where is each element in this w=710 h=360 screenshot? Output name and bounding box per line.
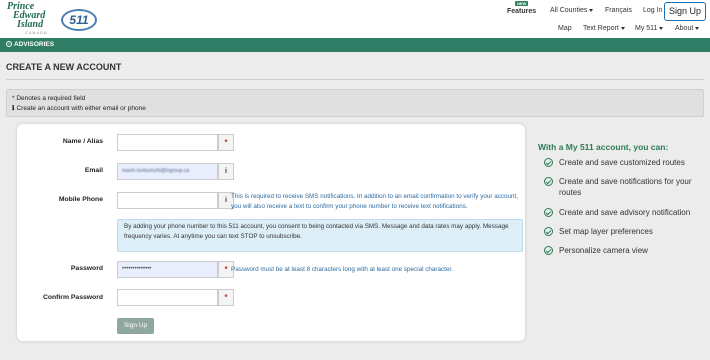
chevron-down-icon [695,26,700,30]
benefit-item: Set map layer preferences [544,226,705,237]
nav-all-counties[interactable]: All Counties [550,7,594,14]
pei-logo[interactable]: Prince Edward Island CANADA [7,2,59,36]
title-divider [6,79,704,80]
nav-login[interactable]: Log In [643,7,662,14]
required-asterisk: * [218,289,234,306]
nav-all-counties-label: All Counties [550,7,588,14]
nav-about[interactable]: About [675,25,700,32]
top-header: Prince Edward Island CANADA 511 NEW Feat… [0,0,710,38]
benefit-item: Create and save advisory notification [544,207,705,218]
advisories-label: ADVISORIES [14,41,55,48]
notice-required-line: * Denotes a required field [12,95,86,102]
nav-text-report[interactable]: Text Report [583,25,625,32]
name-input[interactable] [117,134,218,151]
benefits-title: With a My 511 account, you can: [538,142,669,152]
required-asterisk: * [218,134,234,151]
nav-map[interactable]: Map [558,25,572,32]
password-label: Password [70,265,103,272]
email-value: nasim.toolsomchi@logroup.ca [122,168,190,174]
password-help-text: Password must be at least 8 characters l… [231,266,453,273]
confirm-password-input[interactable] [117,289,218,306]
chevron-down-icon [620,26,625,30]
check-circle-icon [544,177,553,186]
email-input[interactable]: nasim.toolsomchi@logroup.ca [117,163,218,180]
sign-up-submit-button[interactable]: Sign Up [117,318,154,334]
advisories-bar[interactable]: i ADVISORIES [0,38,710,52]
info-icon: ℹ [12,105,15,112]
check-circle-icon [544,158,553,167]
new-badge: NEW [515,1,529,6]
sms-consent-notice: By adding your phone number to this 511 … [117,219,523,252]
nav-about-label: About [675,25,694,32]
nav-francais[interactable]: Français [605,7,632,14]
email-info-icon[interactable]: i [218,163,234,180]
benefit-item: Create and save notifications for your r… [544,176,705,198]
check-circle-icon [544,227,553,236]
info-icon: i [6,41,12,48]
required-notice: * Denotes a required field ℹ Create an ac… [6,89,704,117]
benefit-text: Set map layer preferences [559,227,653,236]
notice-create-text: Create an account with either email or p… [16,105,146,112]
name-label: Name / Alias [62,138,103,145]
signup-form-card: Name / Alias * Email nasim.toolsomchi@lo… [17,124,525,341]
benefit-text: Personalize camera view [559,246,648,255]
nav-my511-label: My 511 [635,25,658,32]
password-input[interactable]: •••••••••••••• [117,261,218,278]
mobile-phone-label: Mobile Phone [58,196,103,203]
chevron-down-icon [659,26,664,30]
benefit-item: Create and save customized routes [544,157,705,168]
notice-create-line: ℹ Create an account with either email or … [12,104,698,114]
nav-features[interactable]: Features [507,8,536,15]
benefit-text: Create and save customized routes [559,158,685,167]
header-sign-up-button[interactable]: Sign Up [664,2,706,21]
check-circle-icon [544,208,553,217]
phone-help-text: This is required to receive SMS notifica… [231,193,518,210]
nav-text-report-label: Text Report [583,25,619,32]
logo-511[interactable]: 511 [61,9,97,31]
benefit-text: Create and save notifications for your r… [559,177,692,197]
mobile-phone-input[interactable] [117,192,218,209]
check-circle-icon [544,246,553,255]
page-title: CREATE A NEW ACCOUNT [6,62,122,72]
benefit-text: Create and save advisory notification [559,208,691,217]
benefit-item: Personalize camera view [544,245,705,256]
confirm-password-label: Confirm Password [42,294,103,301]
email-label: Email [84,167,103,174]
nav-my511[interactable]: My 511 [635,25,664,32]
pei-logo-line-3: Island [17,19,44,30]
chevron-down-icon [589,8,594,12]
pei-logo-canada: CANADA [25,30,48,35]
